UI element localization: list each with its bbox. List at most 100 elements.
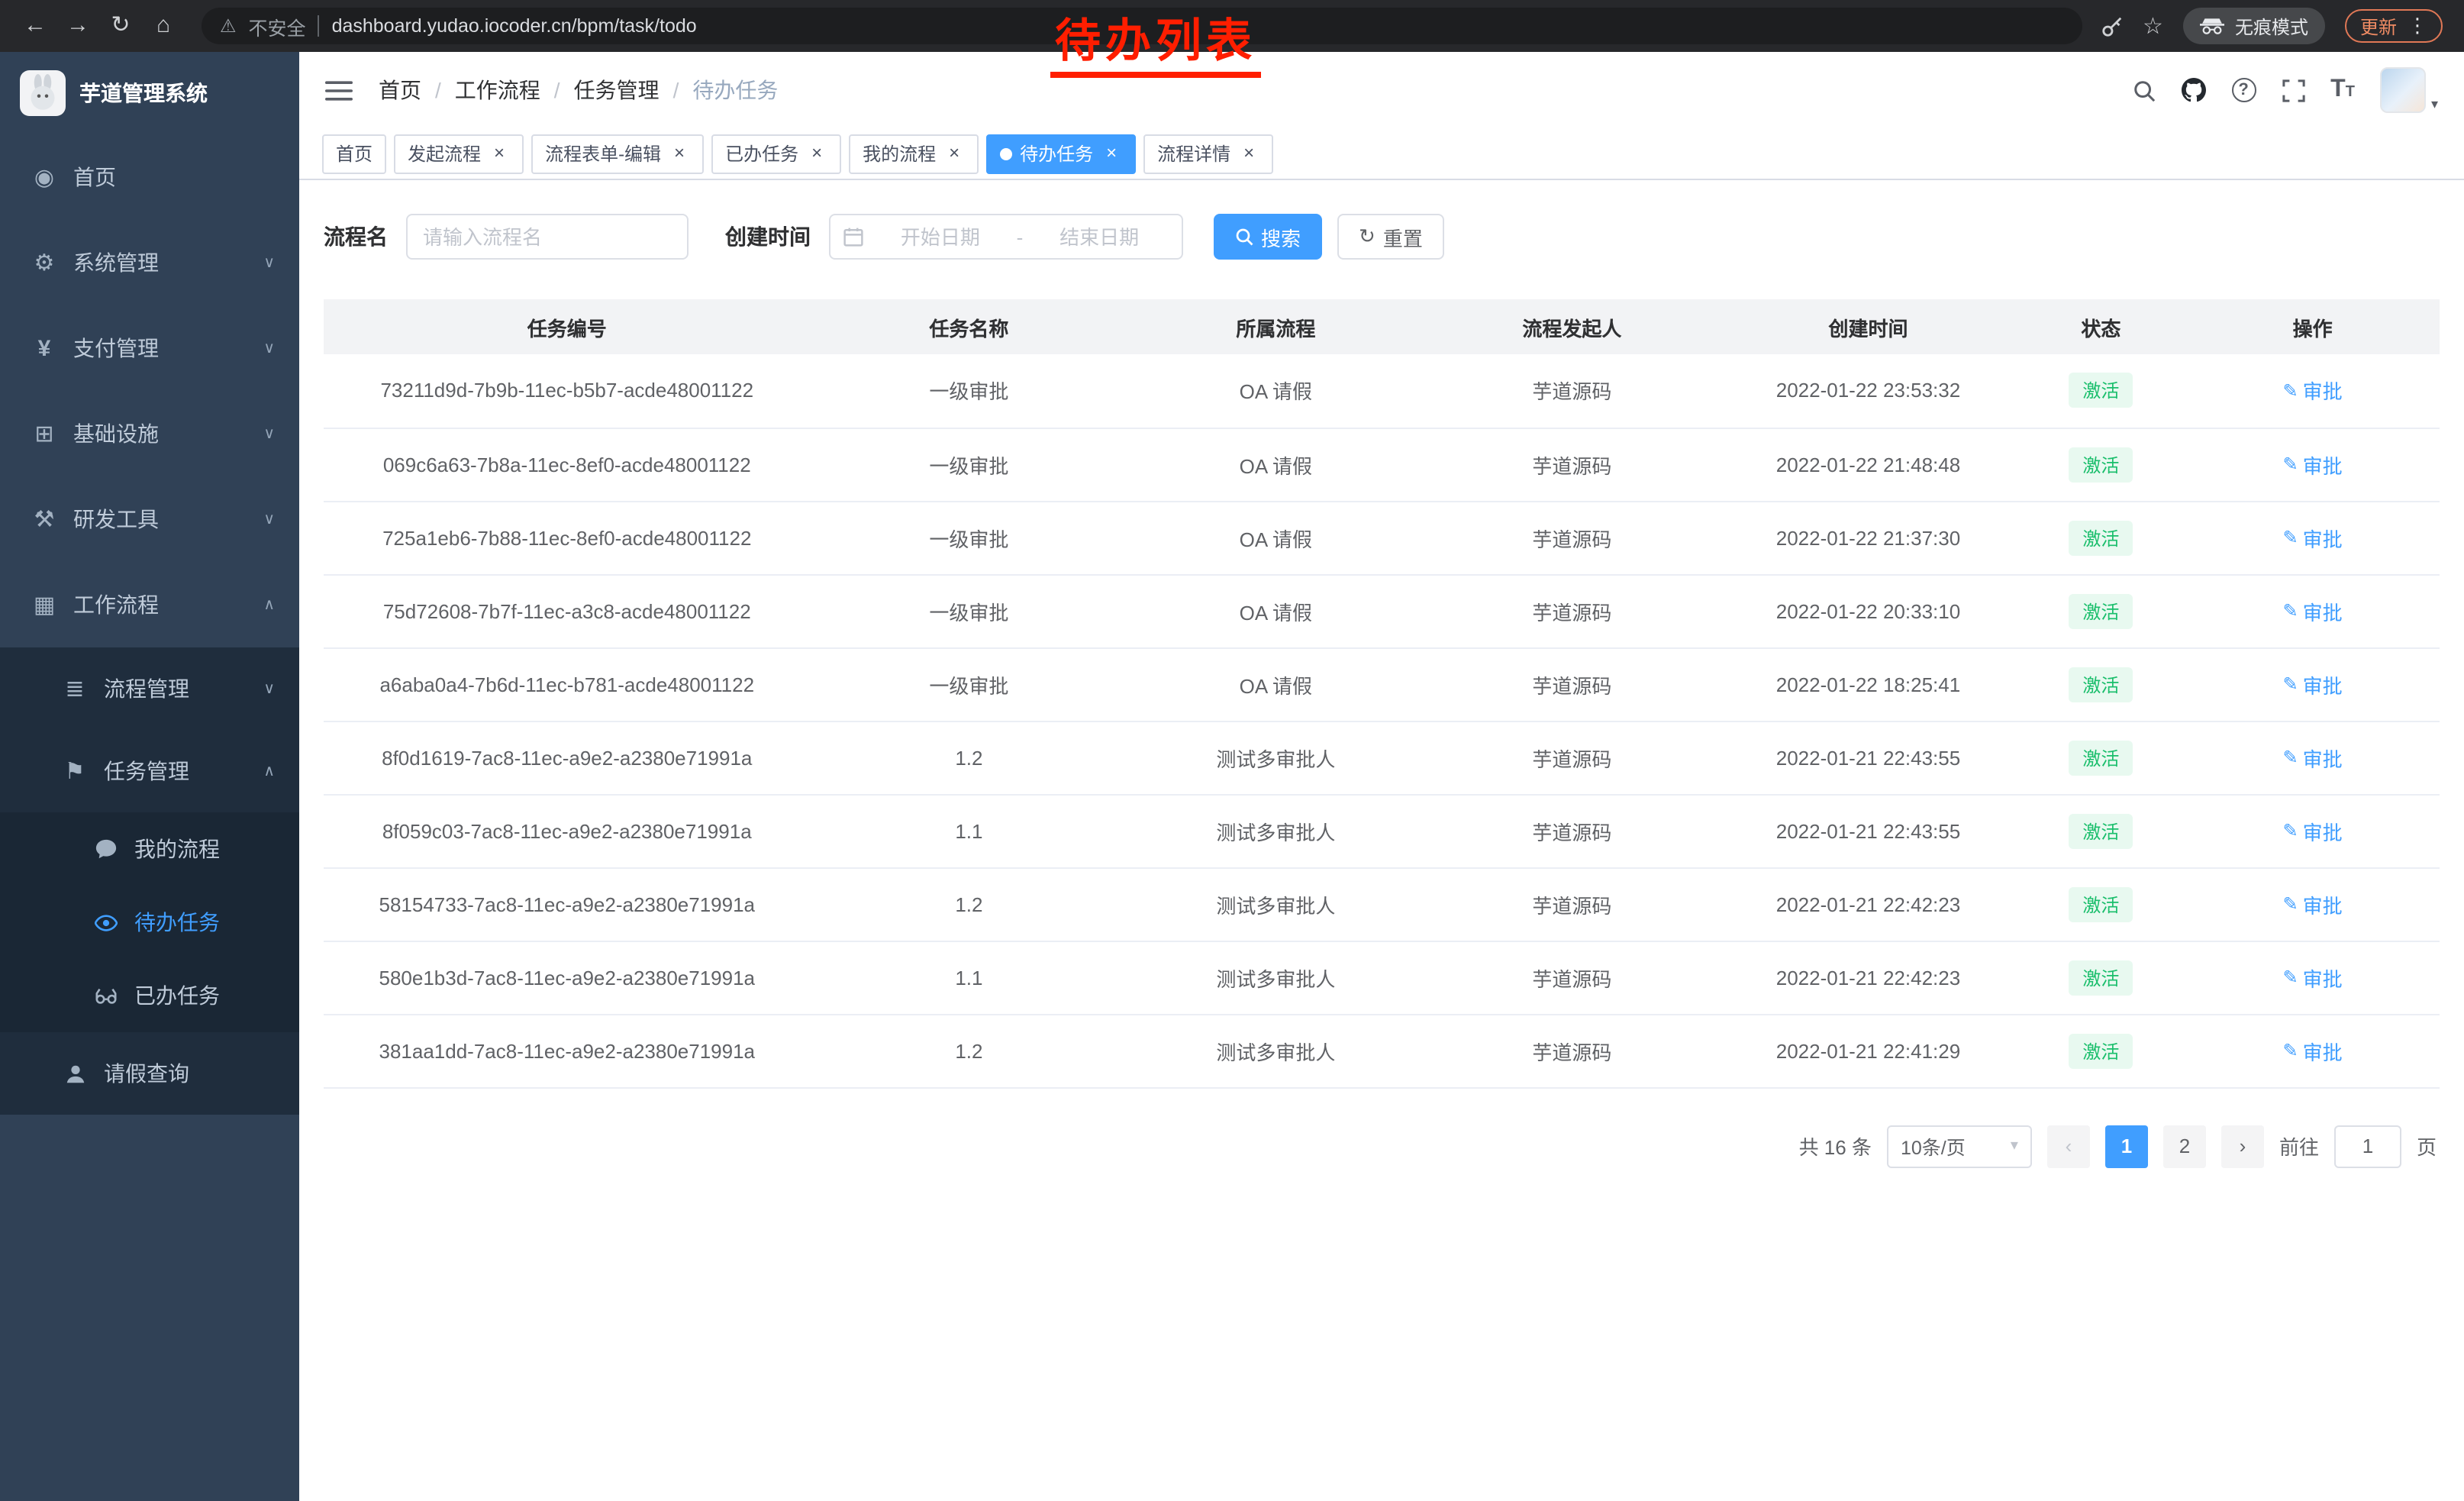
cell-process: OA 请假 — [1127, 354, 1424, 428]
next-page-button[interactable]: › — [2221, 1125, 2264, 1167]
annotation-todo-list: 待办列表 — [1050, 17, 1261, 78]
cell-task-name: 1.1 — [811, 941, 1128, 1014]
sidebar-item-workflow[interactable]: ▦ 工作流程 ∧ — [0, 562, 299, 647]
total-count-label: 共 16 条 — [1799, 1131, 1872, 1160]
browser-home-icon[interactable]: ⌂ — [144, 0, 183, 52]
close-icon[interactable]: × — [1238, 143, 1259, 164]
approve-link[interactable]: ✎审批 — [2283, 816, 2343, 845]
cell-action: ✎审批 — [2185, 794, 2440, 867]
sidebar-item-task-management[interactable]: ⚑ 任务管理 ∧ — [0, 730, 299, 812]
close-icon[interactable]: × — [943, 143, 965, 164]
status-badge: 激活 — [2069, 813, 2133, 848]
table-row: 8f059c03-7ac8-11ec-a9e2-a2380e71991a 1.1… — [324, 794, 2440, 867]
approve-link[interactable]: ✎审批 — [2283, 523, 2343, 552]
sidebar-item-payment-management[interactable]: ¥ 支付管理 ∨ — [0, 305, 299, 391]
breadcrumb-separator: / — [435, 78, 441, 102]
close-icon[interactable]: × — [1101, 143, 1122, 164]
sidebar-item-infrastructure[interactable]: ⊞ 基础设施 ∨ — [0, 391, 299, 476]
workflow-icon: ▦ — [31, 591, 58, 618]
app-logo[interactable]: 芋道管理系统 — [0, 52, 299, 134]
sidebar-item-home[interactable]: ◉ 首页 — [0, 134, 299, 220]
cell-create-time: 2022-01-22 18:25:41 — [1720, 647, 2016, 721]
breadcrumb-item-task-management[interactable]: 任务管理 — [574, 75, 660, 105]
approve-link[interactable]: ✎审批 — [2283, 963, 2343, 992]
approve-link[interactable]: ✎审批 — [2283, 376, 2343, 405]
tab-start-process[interactable]: 发起流程 × — [394, 134, 524, 173]
incognito-badge[interactable]: 无痕模式 — [2183, 8, 2325, 44]
sidebar-item-leave-query[interactable]: 请假查询 — [0, 1032, 299, 1115]
approve-link[interactable]: ✎审批 — [2283, 1036, 2343, 1065]
approve-link[interactable]: ✎审批 — [2283, 450, 2343, 479]
breadcrumb-item-workflow[interactable]: 工作流程 — [455, 75, 540, 105]
update-label: 更新 — [2360, 13, 2397, 39]
approve-label: 审批 — [2303, 816, 2343, 845]
page-button-1[interactable]: 1 — [2105, 1125, 2148, 1167]
cell-create-time: 2022-01-21 22:41:29 — [1720, 1014, 2016, 1087]
approve-link[interactable]: ✎审批 — [2283, 670, 2343, 699]
sidebar-item-dev-tools[interactable]: ⚒ 研发工具 ∨ — [0, 476, 299, 562]
prev-page-button[interactable]: ‹ — [2047, 1125, 2090, 1167]
end-date-input[interactable] — [1029, 225, 1169, 248]
tab-process-detail[interactable]: 流程详情 × — [1143, 134, 1273, 173]
fullscreen-icon[interactable] — [2282, 79, 2304, 102]
incognito-icon — [2200, 17, 2224, 35]
close-icon[interactable]: × — [669, 143, 690, 164]
collapse-sidebar-icon[interactable] — [325, 79, 353, 102]
bookmark-star-icon[interactable]: ☆ — [2143, 12, 2163, 40]
tab-home[interactable]: 首页 — [322, 134, 386, 173]
key-icon[interactable] — [2100, 15, 2123, 37]
approve-link[interactable]: ✎审批 — [2283, 889, 2343, 918]
tab-process-form-edit[interactable]: 流程表单-编辑 × — [531, 134, 704, 173]
approve-link[interactable]: ✎审批 — [2283, 743, 2343, 772]
font-size-icon[interactable]: TT — [2330, 76, 2355, 104]
sidebar-item-todo-tasks[interactable]: 待办任务 — [0, 886, 299, 959]
approve-label: 审批 — [2303, 376, 2343, 405]
edit-icon: ✎ — [2283, 1040, 2298, 1061]
goto-page-input[interactable] — [2334, 1125, 2401, 1167]
tab-label: 流程表单-编辑 — [545, 140, 661, 166]
github-icon[interactable] — [2181, 78, 2205, 102]
date-range-picker[interactable]: - — [829, 214, 1183, 260]
process-name-input[interactable] — [406, 214, 689, 260]
yen-icon: ¥ — [31, 335, 58, 361]
breadcrumb-separator: / — [673, 78, 679, 102]
cell-task-id: 8f059c03-7ac8-11ec-a9e2-a2380e71991a — [324, 794, 811, 867]
search-button[interactable]: 搜索 — [1214, 214, 1322, 260]
search-icon[interactable] — [2132, 79, 2155, 102]
breadcrumb-item-home[interactable]: 首页 — [379, 75, 421, 105]
url-divider — [318, 15, 320, 37]
approve-link[interactable]: ✎审批 — [2283, 596, 2343, 625]
sidebar-item-system-management[interactable]: ⚙ 系统管理 ∨ — [0, 220, 299, 305]
column-status: 状态 — [2017, 299, 2186, 354]
page-button-2[interactable]: 2 — [2163, 1125, 2206, 1167]
tabs-bar: 首页 发起流程 × 流程表单-编辑 × 已办任务 × 我的流程 × — [299, 128, 2464, 180]
help-icon[interactable]: ? — [2231, 78, 2256, 102]
sidebar-item-process-management[interactable]: ≣ 流程管理 ∨ — [0, 647, 299, 730]
edit-icon: ✎ — [2283, 454, 2298, 475]
start-date-input[interactable] — [870, 225, 1011, 248]
sidebar-item-done-tasks[interactable]: 已办任务 — [0, 959, 299, 1032]
page-content: 流程名 创建时间 - 搜索 — [299, 180, 2464, 1501]
tab-my-process[interactable]: 我的流程 × — [849, 134, 979, 173]
browser-update-button[interactable]: 更新 ⋮ — [2345, 9, 2443, 43]
status-badge: 激活 — [2069, 447, 2133, 482]
approve-label: 审批 — [2303, 889, 2343, 918]
reset-button[interactable]: ↻ 重置 — [1337, 214, 1444, 260]
browser-refresh-icon[interactable]: ↻ — [101, 0, 140, 52]
reset-button-label: 重置 — [1383, 222, 1423, 251]
table-row: a6aba0a4-7b6d-11ec-b781-acde48001122 一级审… — [324, 647, 2440, 721]
menu-item-label: 支付管理 — [73, 333, 159, 363]
sidebar-item-my-process[interactable]: 我的流程 — [0, 812, 299, 886]
tab-done-tasks[interactable]: 已办任务 × — [711, 134, 841, 173]
user-avatar[interactable]: ▾ — [2381, 67, 2438, 113]
browser-forward-icon[interactable]: → — [58, 0, 98, 52]
browser-menu-icon[interactable]: ⋮ — [2408, 14, 2427, 38]
browser-back-icon[interactable]: ← — [15, 0, 55, 52]
approve-label: 审批 — [2303, 670, 2343, 699]
page-size-select[interactable]: 10条/页 ▾ — [1887, 1125, 2032, 1167]
edit-icon: ✎ — [2283, 967, 2298, 988]
close-icon[interactable]: × — [489, 143, 510, 164]
close-icon[interactable]: × — [806, 143, 827, 164]
tab-todo-tasks[interactable]: 待办任务 × — [986, 134, 1136, 173]
cell-task-name: 一级审批 — [811, 501, 1128, 574]
